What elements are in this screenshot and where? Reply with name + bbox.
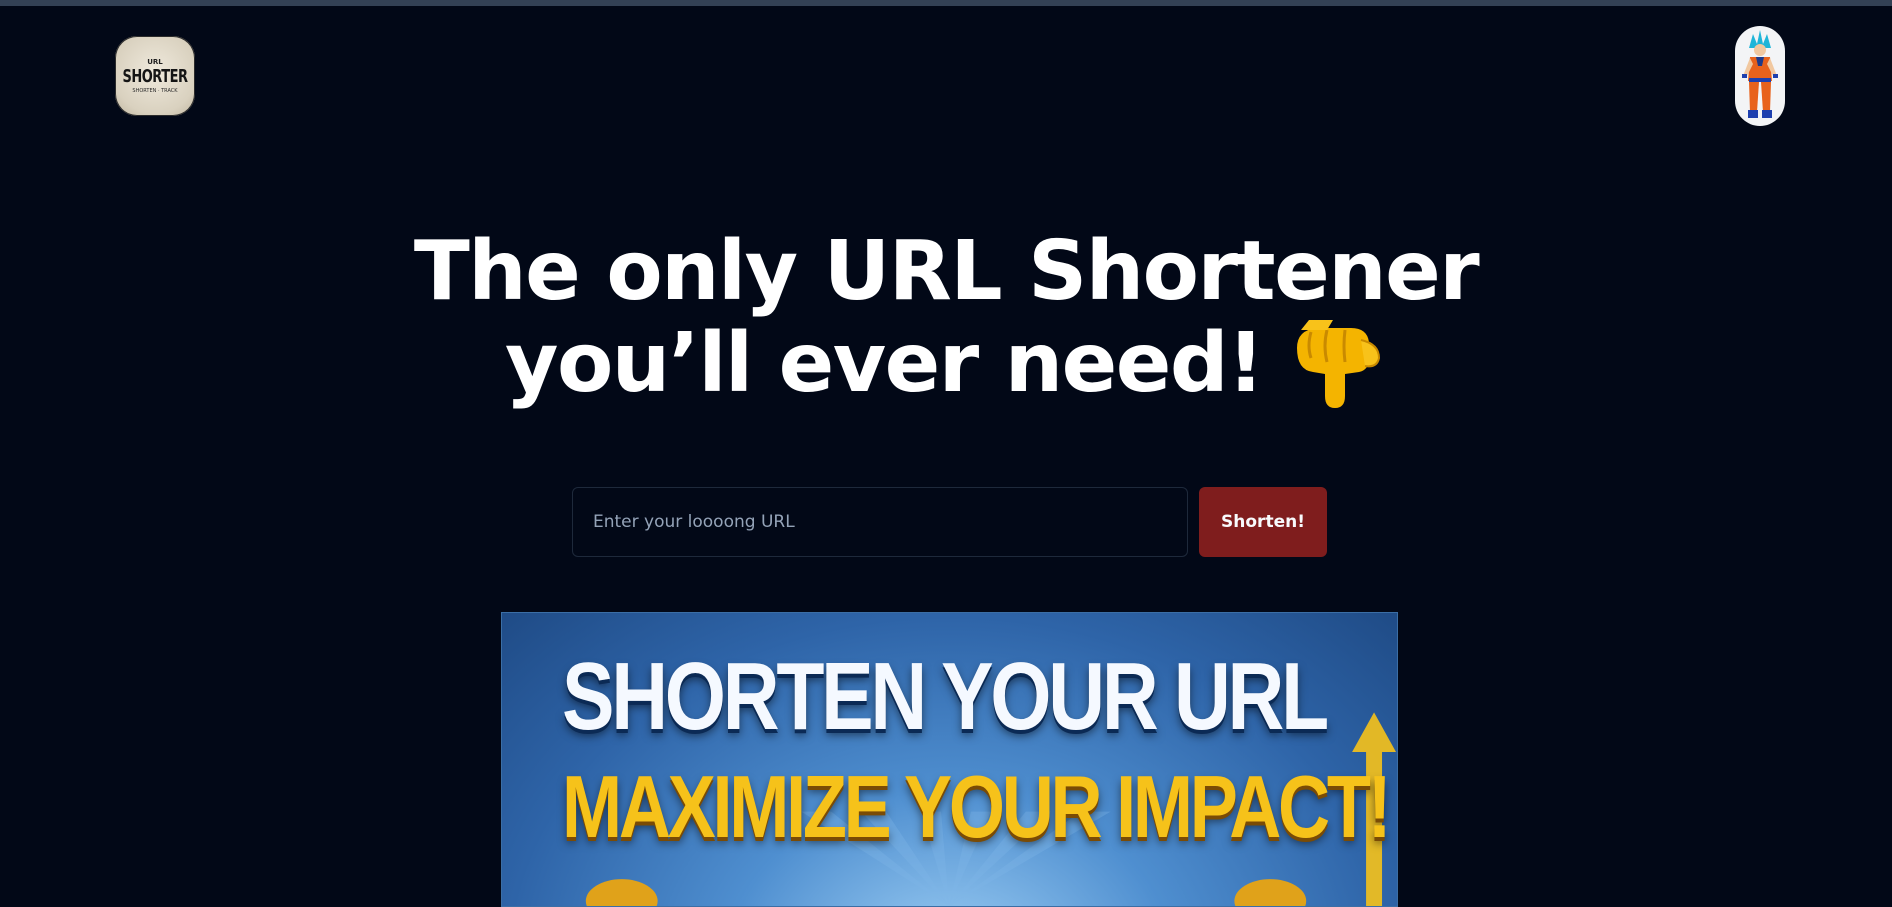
avatar-figure-icon (1742, 30, 1778, 118)
banner-line-1: SHORTEN YOUR URL (562, 643, 1329, 750)
promo-banner: SHORTEN YOUR URL MAXIMIZE YOUR IMPACT! (501, 612, 1398, 907)
shorten-button[interactable]: Shorten! (1199, 487, 1327, 557)
logo-text-top: URL (147, 58, 163, 66)
user-avatar[interactable] (1735, 26, 1785, 126)
top-border (0, 0, 1892, 6)
pointing-down-icon (1287, 318, 1387, 410)
url-input[interactable] (573, 488, 1187, 556)
logo-text-main: SHORTER (122, 67, 188, 88)
banner-line-2: MAXIMIZE YOUR IMPACT! (562, 757, 1392, 856)
logo-text-bottom: SHORTEN · TRACK (132, 88, 178, 94)
headline-line-1: The only URL Shortener (413, 224, 1480, 319)
headline-line-2: you’ll ever need! (505, 316, 1264, 411)
site-logo[interactable]: URL SHORTER SHORTEN · TRACK (115, 36, 195, 116)
url-input-wrapper (572, 487, 1188, 557)
hero-headline: The only URL Shortener you’ll ever need! (0, 226, 1892, 410)
